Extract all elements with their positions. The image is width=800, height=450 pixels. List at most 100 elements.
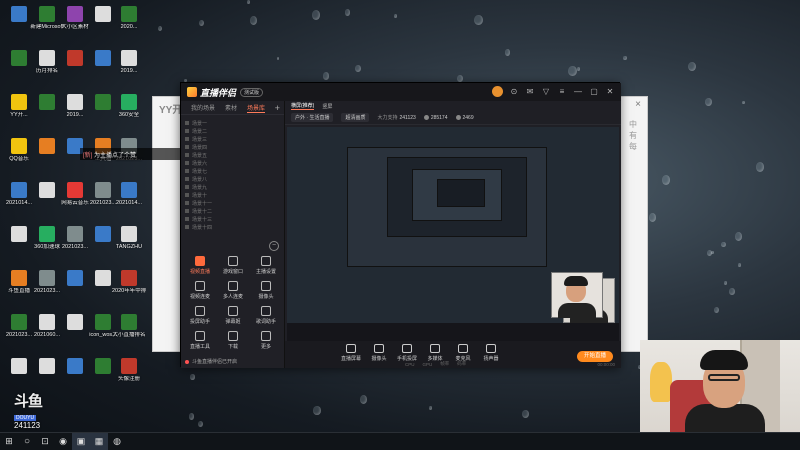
message-icon[interactable]: ✉ xyxy=(525,87,535,97)
category-chip[interactable]: 户外 · 生活直播 xyxy=(291,113,334,122)
online-stat: 2469 xyxy=(455,115,474,121)
scene-item[interactable]: 场景五 xyxy=(185,151,245,159)
tool-button[interactable]: 游戏窗口 xyxy=(218,256,248,278)
tool-button[interactable]: 投屏助手 xyxy=(185,306,215,328)
help-icon[interactable]: ⊙ xyxy=(509,87,519,97)
app-taskbar-icon[interactable]: ▣ xyxy=(72,432,90,450)
quality-select[interactable]: 超清画质 xyxy=(341,113,370,122)
tool-label: 摄像头 xyxy=(258,294,274,300)
search-icon[interactable]: ○ xyxy=(18,433,36,450)
camera-icon xyxy=(374,344,384,353)
scene-item[interactable]: 场景十四 xyxy=(185,223,245,231)
scene-item[interactable]: 场景十三 xyxy=(185,215,245,223)
desktop-icon-label: 头像注册 xyxy=(117,376,140,382)
file-icon xyxy=(95,358,111,374)
desktop-icon[interactable]: 2019... xyxy=(112,48,146,82)
tool-button[interactable]: 弹幕姬 xyxy=(218,306,248,328)
tool-icon xyxy=(228,256,238,266)
scene-icon xyxy=(185,129,189,133)
scene-item[interactable]: 场景六 xyxy=(185,159,245,167)
scene-icon xyxy=(185,193,189,197)
tool-button[interactable]: 多人连麦 xyxy=(218,281,248,303)
rain-drop xyxy=(742,101,745,105)
tool-button[interactable]: 视频直播 xyxy=(185,256,215,278)
desktop-icon-label: 2020... xyxy=(120,24,138,30)
scene-item[interactable]: 场景八 xyxy=(185,175,245,183)
desktop-icon[interactable]: 2020年年中排名 xyxy=(112,268,146,302)
minimize-icon[interactable]: — xyxy=(573,87,583,97)
tool-button[interactable]: 直播工具 xyxy=(185,331,215,353)
scene-item[interactable]: 场景十二 xyxy=(185,207,245,215)
desktop-icon[interactable]: TANGZHU xyxy=(112,224,146,258)
scene-label: 场景四 xyxy=(192,144,208,151)
file-icon xyxy=(121,270,137,286)
tab-portrait[interactable]: 竖屏 xyxy=(322,103,332,110)
scene-item[interactable]: 场景一 xyxy=(185,119,245,127)
scene-item[interactable]: 场景三 xyxy=(185,135,245,143)
browser-icon[interactable]: ◉ xyxy=(54,433,72,450)
task-view-icon[interactable]: ⊡ xyxy=(36,433,54,450)
scene-list: 场景一 场景二 场景三 场景四 场景五 场景六 场景七 场景八 场景九 场景十 场景十一 场景十二 场景… xyxy=(185,119,245,239)
tool-icon xyxy=(261,281,271,291)
rain-drop xyxy=(190,374,195,380)
desktop-icon-label: TANGZHU xyxy=(115,244,143,250)
file-icon xyxy=(11,270,27,286)
desktop-icon[interactable]: 2020... xyxy=(112,4,146,38)
title-bar[interactable]: 直播伴侣 测试版 ⊙ ✉ ▽ ≡ — ▢ ✕ xyxy=(181,83,621,101)
desktop-icon[interactable]: 2021014... xyxy=(112,180,146,214)
tool-button[interactable]: 主播设置 xyxy=(251,256,281,278)
scene-item[interactable]: 场景九 xyxy=(185,183,245,191)
douyu-taskbar-icon[interactable]: ◍ xyxy=(108,433,126,450)
rain-drop xyxy=(622,56,627,61)
file-icon xyxy=(95,50,111,66)
scene-icon xyxy=(185,145,189,149)
tab-landscape[interactable]: 横屏(推荐) xyxy=(291,102,315,110)
tool-icon xyxy=(195,306,205,316)
skin-icon[interactable]: ▽ xyxy=(541,87,551,97)
tool-button[interactable]: 摄像头 xyxy=(251,281,281,303)
yy-close-icon[interactable]: × xyxy=(635,99,641,110)
scene-icon xyxy=(185,137,189,141)
desktop-icon[interactable]: 大小直播排名 xyxy=(112,312,146,346)
file-icon xyxy=(121,226,137,242)
close-icon[interactable]: ✕ xyxy=(605,87,615,97)
start-icon[interactable]: ⊞ xyxy=(0,433,18,450)
desktop-icon[interactable]: 头像注册 xyxy=(112,356,146,390)
tool-button[interactable]: 视频连麦 xyxy=(185,281,215,303)
app-version-badge: 测试版 xyxy=(240,87,264,97)
window-controls: ⊙ ✉ ▽ ≡ — ▢ ✕ xyxy=(492,86,615,97)
scene-item[interactable]: 场景十 xyxy=(185,191,245,199)
rain-drop xyxy=(344,9,351,16)
streaming-companion-window[interactable]: 直播伴侣 测试版 ⊙ ✉ ▽ ≡ — ▢ ✕ 我的场景 素材 场景库 + 场景一… xyxy=(180,82,621,368)
scene-item[interactable]: 场景七 xyxy=(185,167,245,175)
rain-drop xyxy=(504,49,510,56)
person-glasses xyxy=(708,374,740,381)
menu-icon[interactable]: ≡ xyxy=(557,87,567,97)
avatar[interactable] xyxy=(492,86,503,97)
desktop-icon[interactable]: 360安全 xyxy=(112,92,146,126)
file-icon xyxy=(67,358,83,374)
scene-label: 场景十一 xyxy=(192,200,213,207)
tab-scene-library[interactable]: 场景库 xyxy=(247,103,266,113)
file-icon xyxy=(67,226,83,242)
tool-button[interactable]: 歌词助手 xyxy=(251,306,281,328)
file-icon xyxy=(39,270,55,286)
scene-item[interactable]: 场景十一 xyxy=(185,199,245,207)
yy-taskbar-icon[interactable]: ▦ xyxy=(90,432,108,450)
mini-camera-preview[interactable] xyxy=(551,272,603,318)
collapse-icon[interactable]: − xyxy=(269,241,279,251)
rain-drop xyxy=(522,410,530,419)
file-icon xyxy=(95,6,111,22)
add-scene-icon[interactable]: + xyxy=(275,103,280,113)
rain-drop xyxy=(276,56,280,61)
tool-button[interactable]: 更多 xyxy=(251,331,281,353)
tool-icon xyxy=(261,331,271,341)
tool-button[interactable]: 下载 xyxy=(218,331,248,353)
tab-my-scenes[interactable]: 我的场景 xyxy=(191,103,215,112)
tab-materials[interactable]: 素材 xyxy=(225,103,237,112)
maximize-icon[interactable]: ▢ xyxy=(589,87,599,97)
scene-item[interactable]: 场景四 xyxy=(185,143,245,151)
scene-item[interactable]: 场景二 xyxy=(185,127,245,135)
rain-drop xyxy=(313,406,321,416)
tool-icon xyxy=(195,281,205,291)
